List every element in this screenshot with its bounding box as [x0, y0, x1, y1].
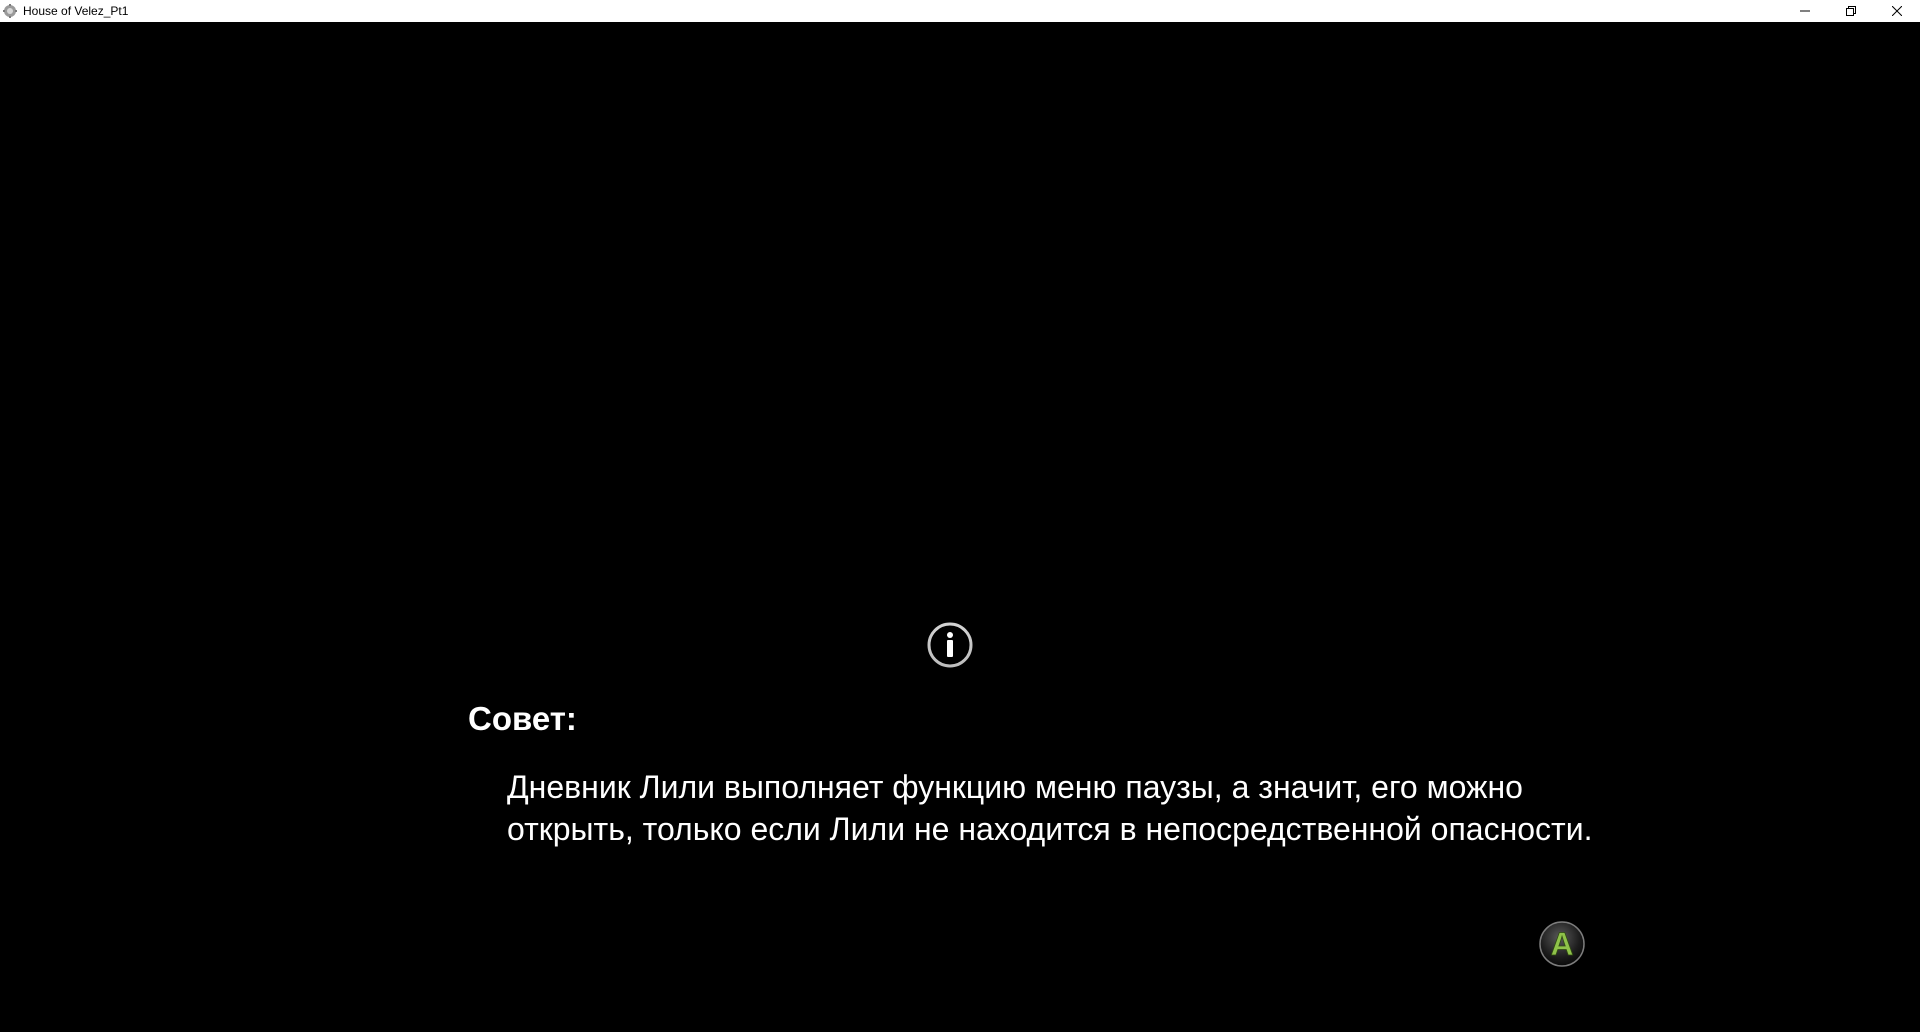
window-title: House of Velez_Pt1 — [23, 4, 129, 18]
info-icon — [927, 622, 973, 668]
restore-button[interactable] — [1828, 0, 1874, 22]
minimize-icon — [1800, 10, 1810, 12]
continue-a-button[interactable]: A — [1538, 920, 1586, 968]
window-titlebar[interactable]: House of Velez_Pt1 — [0, 0, 1920, 22]
a-button-icon: A — [1539, 921, 1585, 967]
window-controls — [1782, 0, 1920, 22]
tip-body-text: Дневник Лили выполняет функцию меню пауз… — [507, 769, 1593, 847]
app-gear-icon — [3, 4, 17, 18]
a-button-label: A — [1550, 926, 1573, 962]
minimize-button[interactable] — [1782, 0, 1828, 22]
restore-icon — [1846, 6, 1856, 16]
game-viewport[interactable] — [0, 22, 1920, 1032]
close-icon — [1892, 6, 1902, 16]
close-button[interactable] — [1874, 0, 1920, 22]
tip-heading: Совет: — [468, 700, 577, 737]
